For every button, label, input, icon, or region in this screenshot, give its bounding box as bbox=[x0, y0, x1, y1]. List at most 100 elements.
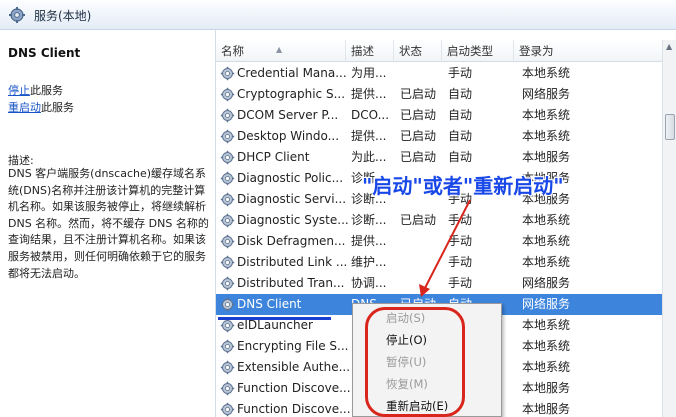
column-header: ▲ 名称 描述 状态 启动类型 登录为 bbox=[216, 40, 662, 62]
service-gear-icon bbox=[220, 192, 235, 207]
service-name-cell: Diagnostic Syste... bbox=[237, 213, 349, 227]
service-status-cell bbox=[400, 63, 444, 84]
service-name-cell: Distributed Link ... bbox=[237, 255, 348, 269]
service-logon-cell: 本地系统 bbox=[522, 213, 571, 227]
description-text: DNS 客户端服务(dnscache)缓存域名系统(DNS)名称并注册该计算机的… bbox=[8, 167, 209, 280]
table-row[interactable]: Credential Mana... 为用... 手动 本地系统 bbox=[216, 63, 662, 84]
service-startup-cell: 自动 bbox=[448, 87, 473, 101]
scroll-up-icon[interactable]: ▲ bbox=[666, 42, 672, 51]
column-desc[interactable]: 描述 bbox=[346, 40, 394, 62]
service-name-cell: Extensible Authe... bbox=[237, 360, 351, 374]
service-name-cell: Function Discove... bbox=[237, 381, 351, 395]
service-status-cell: 已启动 bbox=[400, 150, 437, 164]
table-row[interactable]: Distributed Link ... 维护... 手动 本地系统 bbox=[216, 252, 662, 273]
service-logon-cell: 本地服务 bbox=[522, 150, 571, 164]
service-gear-icon bbox=[220, 234, 235, 249]
restart-service-link[interactable]: 重启动 bbox=[8, 101, 41, 114]
highlight-outline bbox=[365, 307, 465, 417]
service-startup-cell: 手动 bbox=[448, 276, 473, 290]
table-row[interactable]: DCOM Server P... DCO... 已启动 自动 本地系统 bbox=[216, 105, 662, 126]
service-status-cell bbox=[400, 252, 444, 273]
service-startup-cell: 自动 bbox=[448, 108, 473, 122]
window-title: 服务(本地) bbox=[34, 9, 92, 23]
service-startup-cell: 自动 bbox=[448, 150, 473, 164]
column-status-label: 状态 bbox=[399, 44, 422, 58]
service-name-cell: Desktop Windo... bbox=[237, 129, 340, 143]
column-name[interactable]: ▲ 名称 bbox=[216, 40, 346, 62]
service-name-cell: Function Discove... bbox=[237, 402, 351, 416]
column-status[interactable]: 状态 bbox=[394, 40, 442, 62]
service-name-cell: DNS Client bbox=[237, 297, 302, 311]
service-status-cell bbox=[400, 273, 444, 294]
title-bar: 服务(本地) bbox=[0, 0, 676, 30]
service-name-cell: Distributed Tran... bbox=[237, 276, 345, 290]
service-name-cell: DCOM Server P... bbox=[237, 108, 339, 122]
service-status-cell bbox=[400, 231, 444, 252]
table-row[interactable]: Desktop Windo... 提供... 已启动 自动 本地系统 bbox=[216, 126, 662, 147]
vertical-scrollbar[interactable]: ▲ bbox=[662, 40, 676, 417]
service-gear-icon bbox=[220, 87, 235, 102]
service-logon-cell: 本地服务 bbox=[522, 402, 571, 416]
annotation-text: "启动"或者"重新启动" bbox=[362, 174, 564, 198]
service-startup-cell: 自动 bbox=[448, 129, 473, 143]
service-name-cell: Diagnostic Servi... bbox=[237, 192, 347, 206]
service-logon-cell: 网络服务 bbox=[522, 276, 571, 290]
service-startup-cell: 手动 bbox=[448, 66, 473, 80]
service-gear-icon bbox=[220, 129, 235, 144]
service-logon-cell: 本地系统 bbox=[522, 360, 571, 374]
service-desc-cell: 协调... bbox=[351, 276, 387, 290]
service-detail-panel: DNS Client 停止此服务 重启动此服务 描述: DNS 客户端服务(dn… bbox=[0, 30, 216, 417]
service-name-cell: Diagnostic Polic... bbox=[237, 171, 344, 185]
service-name-cell: Cryptographic S... bbox=[237, 87, 346, 101]
service-name-cell: Encrypting File S... bbox=[237, 339, 349, 353]
column-name-label: 名称 bbox=[221, 44, 244, 58]
service-logon-cell: 本地系统 bbox=[522, 129, 571, 143]
service-logon-cell: 本地系统 bbox=[522, 318, 571, 332]
service-desc-cell: 诊断... bbox=[351, 213, 387, 227]
column-startup[interactable]: 启动类型 bbox=[442, 40, 514, 62]
restart-suffix: 此服务 bbox=[41, 101, 74, 114]
service-logon-cell: 本地服务 bbox=[522, 381, 571, 395]
service-name-cell: Disk Defragmen... bbox=[237, 234, 346, 248]
column-logon[interactable]: 登录为 bbox=[514, 40, 662, 62]
selected-service-name: DNS Client bbox=[8, 46, 81, 60]
scroll-thumb[interactable] bbox=[665, 114, 675, 140]
service-gear-icon bbox=[220, 66, 235, 81]
column-desc-label: 描述 bbox=[351, 44, 374, 58]
service-logon-cell: 本地系统 bbox=[522, 234, 571, 248]
service-gear-icon bbox=[220, 318, 235, 333]
service-logon-cell: 本地系统 bbox=[522, 255, 571, 269]
service-logon-cell: 本地系统 bbox=[522, 108, 571, 122]
selection-underline bbox=[218, 317, 331, 320]
table-row[interactable]: DHCP Client 为此... 已启动 自动 本地服务 bbox=[216, 147, 662, 168]
service-status-cell: 已启动 bbox=[400, 108, 437, 122]
service-logon-cell: 网络服务 bbox=[522, 297, 571, 311]
service-desc-cell: 提供... bbox=[351, 87, 387, 101]
service-name-cell: Credential Mana... bbox=[237, 66, 347, 80]
table-row[interactable]: Distributed Tran... 协调... 手动 网络服务 bbox=[216, 273, 662, 294]
service-gear-icon bbox=[220, 171, 235, 186]
service-gear-icon bbox=[220, 402, 235, 417]
restart-action: 重启动此服务 bbox=[8, 99, 74, 115]
stop-service-link[interactable]: 停止 bbox=[8, 84, 30, 97]
service-startup-cell: 手动 bbox=[448, 234, 473, 248]
service-name-cell: DHCP Client bbox=[237, 150, 310, 164]
service-gear-icon bbox=[220, 297, 235, 312]
service-gear-icon bbox=[220, 108, 235, 123]
service-logon-cell: 本地系统 bbox=[522, 339, 571, 353]
service-gear-icon bbox=[220, 360, 235, 375]
table-row[interactable]: Disk Defragmen... 提供... 手动 本地系统 bbox=[216, 231, 662, 252]
services-gear-icon bbox=[9, 7, 25, 23]
service-gear-icon bbox=[220, 150, 235, 165]
service-desc-cell: 为用... bbox=[351, 66, 387, 80]
table-row[interactable]: Diagnostic Syste... 诊断... 已启动 手动 本地系统 bbox=[216, 210, 662, 231]
service-gear-icon bbox=[220, 381, 235, 396]
service-gear-icon bbox=[220, 276, 235, 291]
stop-action: 停止此服务 bbox=[8, 82, 63, 98]
service-gear-icon bbox=[220, 255, 235, 270]
column-logon-label: 登录为 bbox=[519, 44, 554, 58]
service-logon-cell: 网络服务 bbox=[522, 87, 571, 101]
table-row[interactable]: Cryptographic S... 提供... 已启动 自动 网络服务 bbox=[216, 84, 662, 105]
service-gear-icon bbox=[220, 213, 235, 228]
service-desc-cell: 维护... bbox=[351, 255, 387, 269]
